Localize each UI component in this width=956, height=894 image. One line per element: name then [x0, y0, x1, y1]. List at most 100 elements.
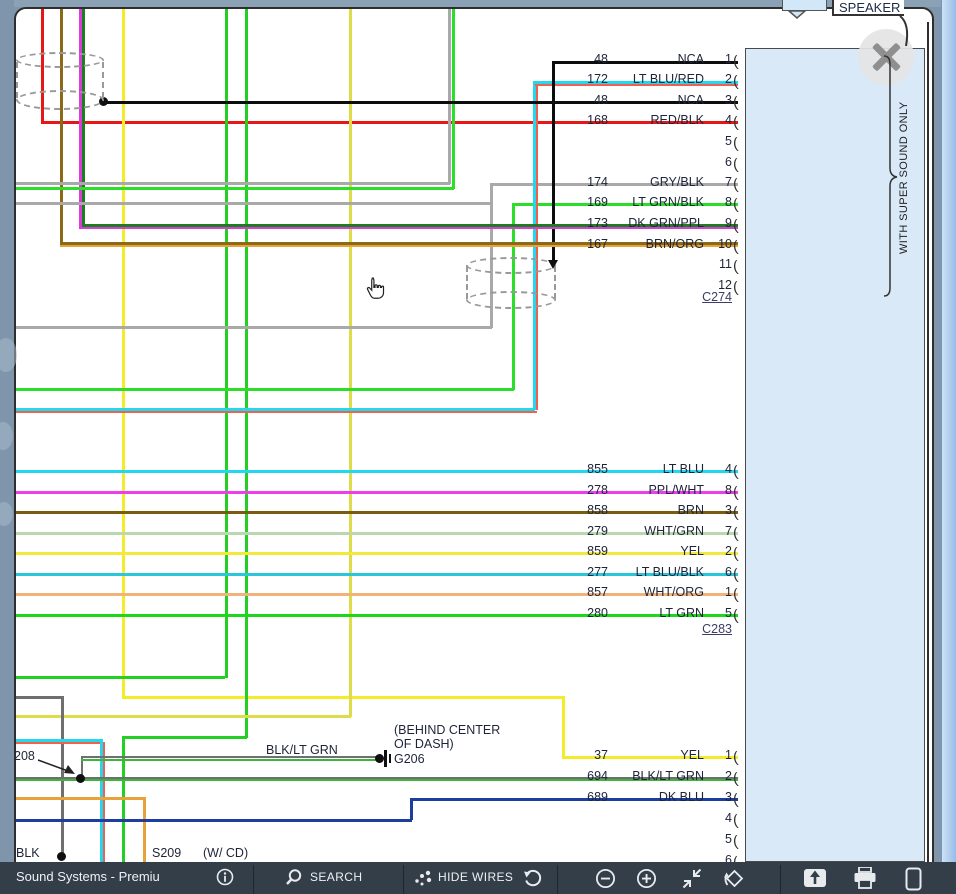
- wire-segment: [143, 797, 146, 862]
- connector-pin-arc: (: [732, 749, 739, 766]
- wire-color-code: YEL: [612, 544, 704, 558]
- zoom-in-icon: [636, 868, 657, 889]
- junction-dot: [76, 774, 85, 783]
- hide-wires-label[interactable]: HIDE WIRES: [438, 870, 513, 884]
- pin-number: 6: [706, 155, 732, 169]
- toolbar-divider: [253, 865, 254, 894]
- wire-circuit-number: 168: [548, 113, 608, 127]
- connector-pin-arc: (: [732, 217, 739, 234]
- pin-number: 1: [706, 585, 732, 599]
- wire-segment: [16, 326, 492, 329]
- shield-symbol: [466, 291, 556, 309]
- pin-number: 2: [706, 544, 732, 558]
- diagram-title: Sound Systems - Premiu: [16, 869, 160, 884]
- junction-dot: [375, 754, 384, 763]
- shield-symbol: [16, 52, 104, 68]
- wire-circuit-number: 859: [548, 544, 608, 558]
- pin-number: 10: [706, 237, 732, 251]
- splice-208-label: 208: [14, 749, 35, 763]
- connector-pin-arc: (: [732, 463, 739, 480]
- connector-pin-arc: (: [732, 279, 739, 296]
- pin-number: 5: [706, 832, 732, 846]
- wire-segment: [122, 696, 564, 699]
- wire-color-code: NCA: [612, 93, 704, 107]
- connector-pin-arc: (: [732, 770, 739, 787]
- search-button[interactable]: [284, 868, 303, 887]
- connector-link[interactable]: C274: [680, 290, 732, 304]
- wire-segment: [16, 187, 454, 190]
- pin-number: 2: [706, 72, 732, 86]
- connector-pin-arc: (: [732, 238, 739, 255]
- wire-segment: [16, 202, 490, 205]
- ground-id-label: G206: [394, 752, 425, 766]
- hide-wires-button[interactable]: [414, 869, 434, 887]
- wire-segment: [16, 182, 450, 185]
- wire-segment: [410, 798, 413, 820]
- splice-s209-note: (W/ CD): [203, 846, 248, 860]
- close-icon[interactable]: [858, 29, 914, 85]
- wire-circuit-number: 689: [548, 790, 608, 804]
- export-button[interactable]: [803, 868, 827, 888]
- wire-segment: [16, 411, 537, 413]
- wire-circuit-number: 37: [548, 748, 608, 762]
- pin-number: 3: [706, 790, 732, 804]
- speaker-label: SPEAKER: [839, 0, 900, 15]
- zoom-in-button[interactable]: [636, 868, 657, 889]
- wire-color-code: WHT/GRN: [612, 524, 704, 538]
- super-sound-note: WITH SUPER SOUND ONLY: [898, 62, 910, 294]
- device-icon: [905, 867, 922, 891]
- rotate-icon: [723, 867, 746, 890]
- cursor-pointer: [364, 277, 386, 301]
- rotate-button[interactable]: [723, 867, 746, 890]
- zoom-out-button[interactable]: [595, 868, 616, 889]
- wire-circuit-number: 858: [548, 503, 608, 517]
- wire-color-code: NCA: [612, 52, 704, 66]
- connector-pin-arc: (: [732, 607, 739, 624]
- toolbar-divider: [403, 865, 404, 894]
- pin-number: 8: [706, 483, 732, 497]
- vertical-scrollbar[interactable]: [941, 0, 956, 862]
- connector-link[interactable]: C283: [680, 622, 732, 636]
- pin-number: 4: [706, 113, 732, 127]
- info-icon: [216, 868, 234, 886]
- wire-color-code: WHT/ORG: [612, 585, 704, 599]
- shield-drain-arrow: [548, 260, 558, 269]
- connector-pin-arc: (: [732, 504, 739, 521]
- reset-view-button[interactable]: [523, 868, 543, 888]
- wire-color-code: BRN: [612, 503, 704, 517]
- wire-color-code: PPL/WHT: [612, 483, 704, 497]
- search-label[interactable]: SEARCH: [310, 870, 362, 884]
- callout-balloon: [782, 0, 827, 11]
- connector-pin-arc: (: [732, 791, 739, 808]
- pin-number: 9: [706, 216, 732, 230]
- wire-circuit-number: 280: [548, 606, 608, 620]
- toolbar-divider: [780, 865, 781, 894]
- wire-color-code: LT BLU: [612, 462, 704, 476]
- info-button[interactable]: [216, 868, 234, 886]
- wire-segment: [81, 759, 379, 761]
- wire-color-code: BLK/LT GRN: [612, 769, 704, 783]
- wire-color-code: LT GRN/BLK: [612, 195, 704, 209]
- pin-number: 7: [706, 524, 732, 538]
- pin-number: 5: [706, 606, 732, 620]
- ground-location-line1: (BEHIND CENTER: [394, 723, 500, 737]
- wire-segment: [122, 736, 247, 739]
- wire-color-code: GRY/BLK: [612, 175, 704, 189]
- wire-segment: [552, 61, 555, 266]
- print-button[interactable]: [853, 867, 877, 889]
- wire-color-code: LT GRN: [612, 606, 704, 620]
- pin-number: 1: [706, 52, 732, 66]
- connector-pin-arc: (: [732, 525, 739, 542]
- device-button[interactable]: [905, 867, 922, 891]
- fit-screen-button[interactable]: [681, 868, 703, 889]
- wire-segment: [349, 9, 352, 717]
- connector-pin-arc: (: [732, 833, 739, 850]
- wire-circuit-number: 169: [548, 195, 608, 209]
- export-icon: [803, 868, 827, 888]
- shield-symbol: [466, 266, 468, 299]
- wire-color-code: DK BLU: [612, 790, 704, 804]
- ground-symbol: [389, 754, 391, 763]
- connector-pin-arc: (: [732, 566, 739, 583]
- reset-icon: [523, 868, 543, 888]
- wire-segment: [16, 715, 351, 718]
